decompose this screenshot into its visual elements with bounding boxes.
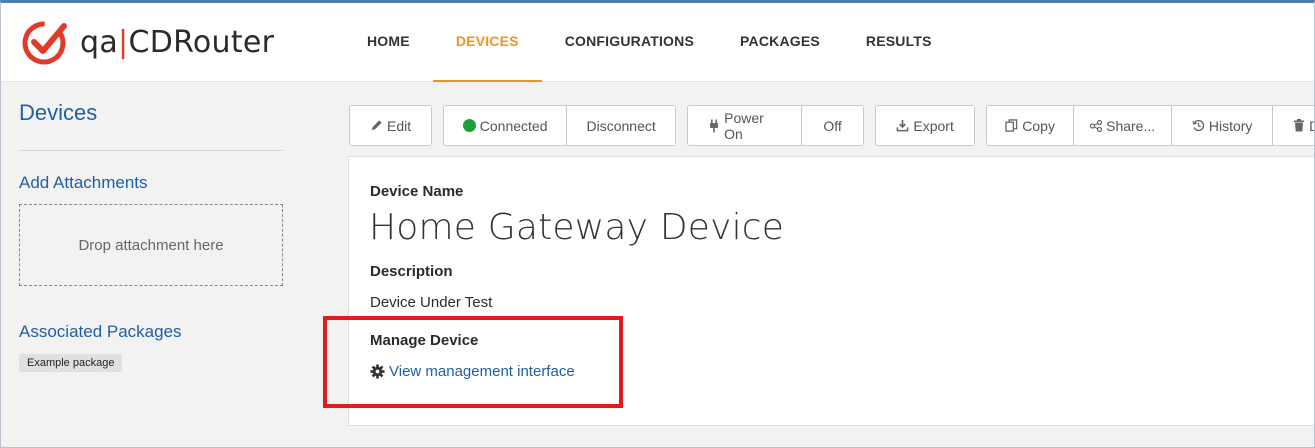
export-button[interactable]: Export	[876, 106, 975, 145]
description-label: Description	[370, 263, 453, 280]
connected-label: Connected	[479, 117, 548, 134]
brand-separator: |	[118, 24, 129, 60]
delete-button[interactable]: D	[1272, 106, 1315, 145]
package-tag[interactable]: Example package	[19, 354, 123, 372]
device-toolbar: Edit Connected Disconnect Power On Off E…	[349, 105, 1315, 146]
share-icon	[1090, 119, 1103, 132]
copy-label: Copy	[1022, 117, 1055, 134]
description-value: Device Under Test	[370, 294, 493, 311]
power-on-label: Power On	[724, 109, 764, 142]
dropzone-text: Drop attachment here	[78, 236, 224, 254]
disconnect-label: Disconnect	[586, 117, 656, 134]
nav-results[interactable]: RESULTS	[843, 0, 955, 82]
history-label: History	[1208, 117, 1253, 134]
attachment-dropzone[interactable]: Drop attachment here	[19, 204, 283, 286]
power-off-button[interactable]: Off	[801, 106, 864, 145]
green-dot-icon	[462, 119, 476, 132]
power-on-button[interactable]: Power On	[688, 106, 802, 145]
checkmark-logo-icon	[22, 21, 67, 65]
connected-button[interactable]: Connected	[444, 106, 567, 145]
history-button[interactable]: History	[1171, 106, 1273, 145]
export-group: Export	[875, 105, 976, 146]
sidebar: Devices Add Attachments Drop attachment …	[19, 100, 283, 372]
top-header: qa|CDRouter HOME DEVICES CONFIGURATIONS …	[0, 0, 1315, 82]
download-icon	[896, 119, 909, 132]
add-attachments-heading[interactable]: Add Attachments	[19, 173, 283, 193]
actions-group: Copy Share... History D	[986, 105, 1315, 146]
nav-devices[interactable]: DEVICES	[432, 0, 542, 82]
nav-home[interactable]: HOME	[344, 0, 433, 82]
nav-packages[interactable]: PACKAGES	[717, 0, 843, 82]
nav-configurations[interactable]: CONFIGURATIONS	[542, 0, 717, 82]
highlight-box	[323, 316, 623, 408]
share-label: Share...	[1106, 117, 1156, 134]
power-off-label: Off	[823, 117, 842, 134]
copy-button[interactable]: Copy	[987, 106, 1074, 145]
sidebar-divider	[19, 150, 283, 151]
device-name-label: Device Name	[370, 183, 464, 200]
edit-label: Edit	[387, 117, 412, 134]
device-name: Home Gateway Device	[369, 207, 785, 248]
brand-prefix: qa	[80, 24, 119, 60]
edit-group: Edit	[349, 105, 433, 146]
power-group: Power On Off	[687, 105, 865, 146]
disconnect-button[interactable]: Disconnect	[566, 106, 676, 145]
associated-packages-heading[interactable]: Associated Packages	[19, 322, 283, 342]
main-nav: HOME DEVICES CONFIGURATIONS PACKAGES RES…	[344, 0, 955, 82]
share-button[interactable]: Share...	[1073, 106, 1172, 145]
brand-name: qa|CDRouter	[80, 25, 274, 60]
sidebar-title[interactable]: Devices	[19, 100, 283, 126]
pencil-icon	[370, 119, 383, 132]
export-label: Export	[913, 117, 954, 134]
brand-logo[interactable]: qa|CDRouter	[20, 18, 274, 66]
delete-label: D	[1309, 117, 1315, 134]
plug-icon	[708, 119, 720, 133]
copy-icon	[1005, 119, 1018, 132]
brand-product: CDRouter	[128, 24, 275, 60]
connection-group: Connected Disconnect	[443, 105, 677, 146]
history-icon	[1192, 119, 1205, 132]
edit-button[interactable]: Edit	[350, 106, 432, 145]
trash-icon	[1293, 119, 1305, 132]
